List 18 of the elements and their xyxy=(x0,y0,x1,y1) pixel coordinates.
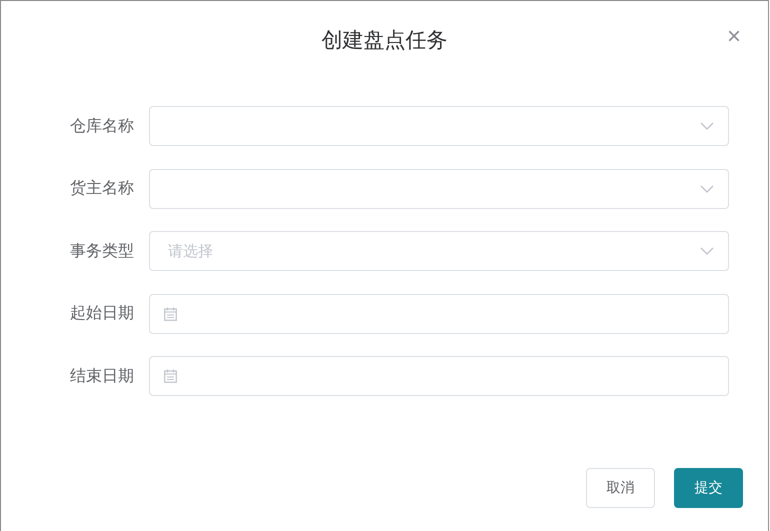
cancel-button[interactable]: 取消 xyxy=(586,468,655,508)
chevron-down-icon xyxy=(700,184,714,192)
submit-button[interactable]: 提交 xyxy=(674,468,743,508)
calendar-icon xyxy=(164,306,177,320)
date-field[interactable] xyxy=(149,356,729,396)
field-label: 结束日期 xyxy=(69,366,135,386)
chevron-down-icon xyxy=(700,122,714,130)
chevron-down-icon xyxy=(700,247,714,255)
select-field[interactable] xyxy=(149,168,729,208)
close-button[interactable]: × xyxy=(726,25,741,49)
dialog-title: 创建盘点任务 xyxy=(322,27,448,54)
field-label: 事务类型 xyxy=(69,240,135,262)
field-label: 货主名称 xyxy=(69,178,135,199)
field-label: 起始日期 xyxy=(69,303,135,324)
select-field[interactable] xyxy=(149,106,729,146)
calendar-icon xyxy=(164,369,177,383)
field-label: 仓库名称 xyxy=(69,116,135,136)
date-field[interactable] xyxy=(149,294,729,334)
